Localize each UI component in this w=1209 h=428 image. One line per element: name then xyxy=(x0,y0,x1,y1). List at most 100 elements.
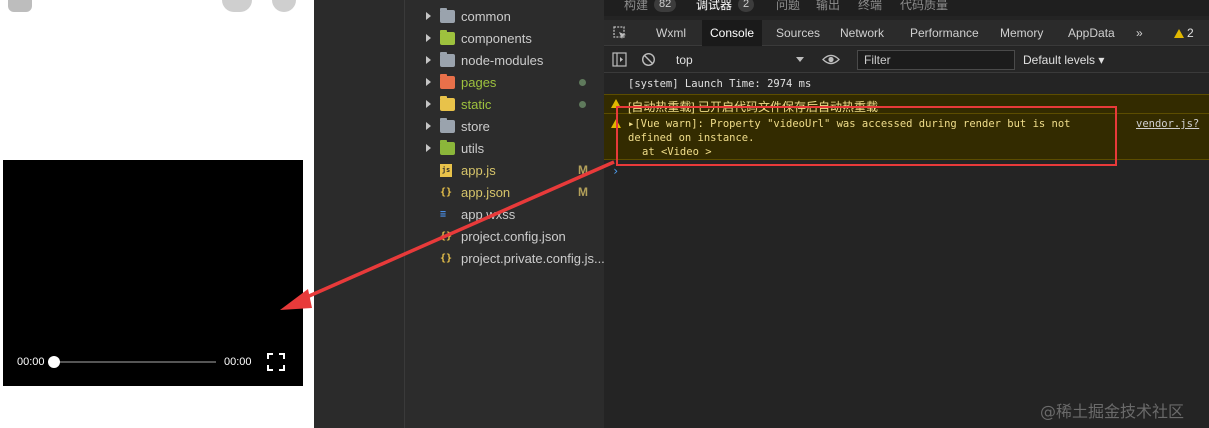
console-prompt[interactable]: › xyxy=(612,164,619,178)
tab-sources[interactable]: Sources xyxy=(768,20,828,46)
top-tab[interactable]: 构建 82 xyxy=(624,0,677,13)
modified-dot-icon xyxy=(579,79,586,86)
annotation-highlight-box xyxy=(616,106,1117,166)
simulator-panel: 00:00 00:00 xyxy=(0,0,314,428)
folder-icon xyxy=(440,118,455,133)
tree-item-label: app.js xyxy=(461,163,496,178)
tree-item-label: utils xyxy=(461,141,485,156)
json-file-icon: {} xyxy=(440,231,453,242)
top-tab-count: 82 xyxy=(654,0,677,12)
modified-dot-icon xyxy=(579,101,586,108)
video-current-time: 00:00 xyxy=(17,356,45,368)
warning-icon xyxy=(1174,29,1184,38)
tab-wxml[interactable]: Wxml xyxy=(648,20,694,46)
tree-folder[interactable]: pages xyxy=(405,72,605,94)
chevron-right-icon[interactable] xyxy=(426,78,431,86)
eye-icon[interactable] xyxy=(822,53,840,66)
tab-console[interactable]: Console xyxy=(702,20,763,46)
tab-performance[interactable]: Performance xyxy=(902,20,987,46)
chevron-right-icon[interactable] xyxy=(426,12,431,20)
tab-memory[interactable]: Memory xyxy=(992,20,1051,46)
clear-console-icon[interactable] xyxy=(641,52,656,67)
more-menu-button[interactable] xyxy=(222,0,252,12)
file-explorer: common components node-modules pages static s… xyxy=(404,0,605,428)
fullscreen-icon[interactable] xyxy=(267,353,285,371)
tree-item-label: common xyxy=(461,9,511,24)
devtools-tab-bar: » 2 Wxml Console Sources Network Performance… xyxy=(604,20,1209,46)
tree-folder[interactable]: static xyxy=(405,94,605,116)
more-tabs-button[interactable]: » xyxy=(1128,20,1151,46)
git-status-badge: M xyxy=(578,163,588,177)
tree-folder[interactable]: node-modules xyxy=(405,50,605,72)
top-tab-label: 代码质量 xyxy=(900,0,949,12)
console-toolbar: top Default levels ▾ xyxy=(604,47,1209,73)
folder-icon xyxy=(440,8,455,23)
folder-icon xyxy=(440,52,455,67)
chevron-right-icon[interactable] xyxy=(426,100,431,108)
top-tab-count: 2 xyxy=(738,0,755,12)
top-tab-label: 问题 xyxy=(776,0,801,12)
tree-item-label: app.wxss xyxy=(461,207,516,222)
json-file-icon: {} xyxy=(440,187,453,198)
home-icon[interactable] xyxy=(8,0,32,12)
utils-folder-icon xyxy=(440,140,455,155)
top-tab[interactable]: 输出 xyxy=(816,0,840,13)
static-folder-icon xyxy=(440,96,455,111)
tree-folder[interactable]: components xyxy=(405,28,605,50)
inspect-element-icon[interactable] xyxy=(613,26,627,40)
tree-item-label: app.json xyxy=(461,185,511,200)
chevron-right-icon[interactable] xyxy=(426,34,431,42)
css-file-icon: ≡ xyxy=(440,209,447,220)
chevron-right-icon[interactable] xyxy=(426,122,431,130)
filter-input[interactable] xyxy=(857,50,1015,70)
components-folder-icon xyxy=(440,30,455,45)
chevron-right-icon[interactable] xyxy=(426,56,431,64)
tab-appdata[interactable]: AppData xyxy=(1060,20,1123,46)
tree-item-label: project.private.config.js... xyxy=(461,251,605,266)
pages-folder-icon xyxy=(440,74,455,89)
tree-folder[interactable]: utils xyxy=(405,138,605,160)
tree-folder[interactable]: store xyxy=(405,116,605,138)
watermark: @稀土掘金技术社区 xyxy=(1040,402,1185,421)
warning-counter[interactable]: 2 xyxy=(1174,20,1194,46)
debugger-top-tabs: 构建 82 调试器 2 问题 输出 终端 代码质量 xyxy=(604,0,1209,16)
source-link[interactable]: vendor.js? xyxy=(1136,118,1199,130)
js-file-icon: js xyxy=(440,164,452,177)
tab-network[interactable]: Network xyxy=(832,20,892,46)
devtools-panel: 构建 82 调试器 2 问题 输出 终端 代码质量 » 2 Wxml Console Source… xyxy=(604,0,1209,428)
system-log-message: [system] Launch Time: 2974 ms xyxy=(628,78,812,90)
tree-item-label: components xyxy=(461,31,532,46)
top-tab[interactable]: 代码质量 xyxy=(900,0,948,13)
json-file-icon: {} xyxy=(440,253,453,264)
top-tab-label: 终端 xyxy=(858,0,883,12)
tree-file[interactable]: {} project.private.config.js... xyxy=(405,248,605,270)
git-status-badge: M xyxy=(578,185,588,199)
tree-file[interactable]: {} app.json M xyxy=(405,182,605,204)
video-player[interactable]: 00:00 00:00 xyxy=(3,160,303,386)
tree-item-label: store xyxy=(461,119,490,134)
video-progress-thumb[interactable] xyxy=(48,356,60,368)
sidebar-toggle-icon[interactable] xyxy=(612,52,627,67)
tree-file[interactable]: js app.js M xyxy=(405,160,605,182)
tree-folder[interactable]: common xyxy=(405,6,605,28)
context-selector-value: top xyxy=(676,53,693,67)
tree-item-label: node-modules xyxy=(461,53,544,68)
context-selector[interactable]: top xyxy=(668,50,808,70)
activity-gutter xyxy=(314,0,404,428)
chevron-down-icon xyxy=(796,57,804,62)
tree-item-label: static xyxy=(461,97,492,112)
log-levels-dropdown[interactable]: Default levels ▾ xyxy=(1023,50,1104,70)
top-tab[interactable]: 终端 xyxy=(858,0,882,13)
chevron-right-icon[interactable] xyxy=(426,144,431,152)
warning-count: 2 xyxy=(1187,26,1194,40)
top-tab-label: 构建 xyxy=(624,0,649,12)
video-duration: 00:00 xyxy=(224,356,252,368)
video-progress-track[interactable] xyxy=(53,361,216,363)
top-tab[interactable]: 调试器 2 xyxy=(696,0,755,13)
tree-file[interactable]: {} project.config.json xyxy=(405,226,605,248)
top-tab[interactable]: 问题 xyxy=(776,0,800,13)
close-capsule-button[interactable] xyxy=(272,0,296,12)
tree-item-label: pages xyxy=(461,75,497,90)
top-tab-label: 调试器 xyxy=(696,0,733,12)
tree-file[interactable]: ≡ app.wxss xyxy=(405,204,605,226)
